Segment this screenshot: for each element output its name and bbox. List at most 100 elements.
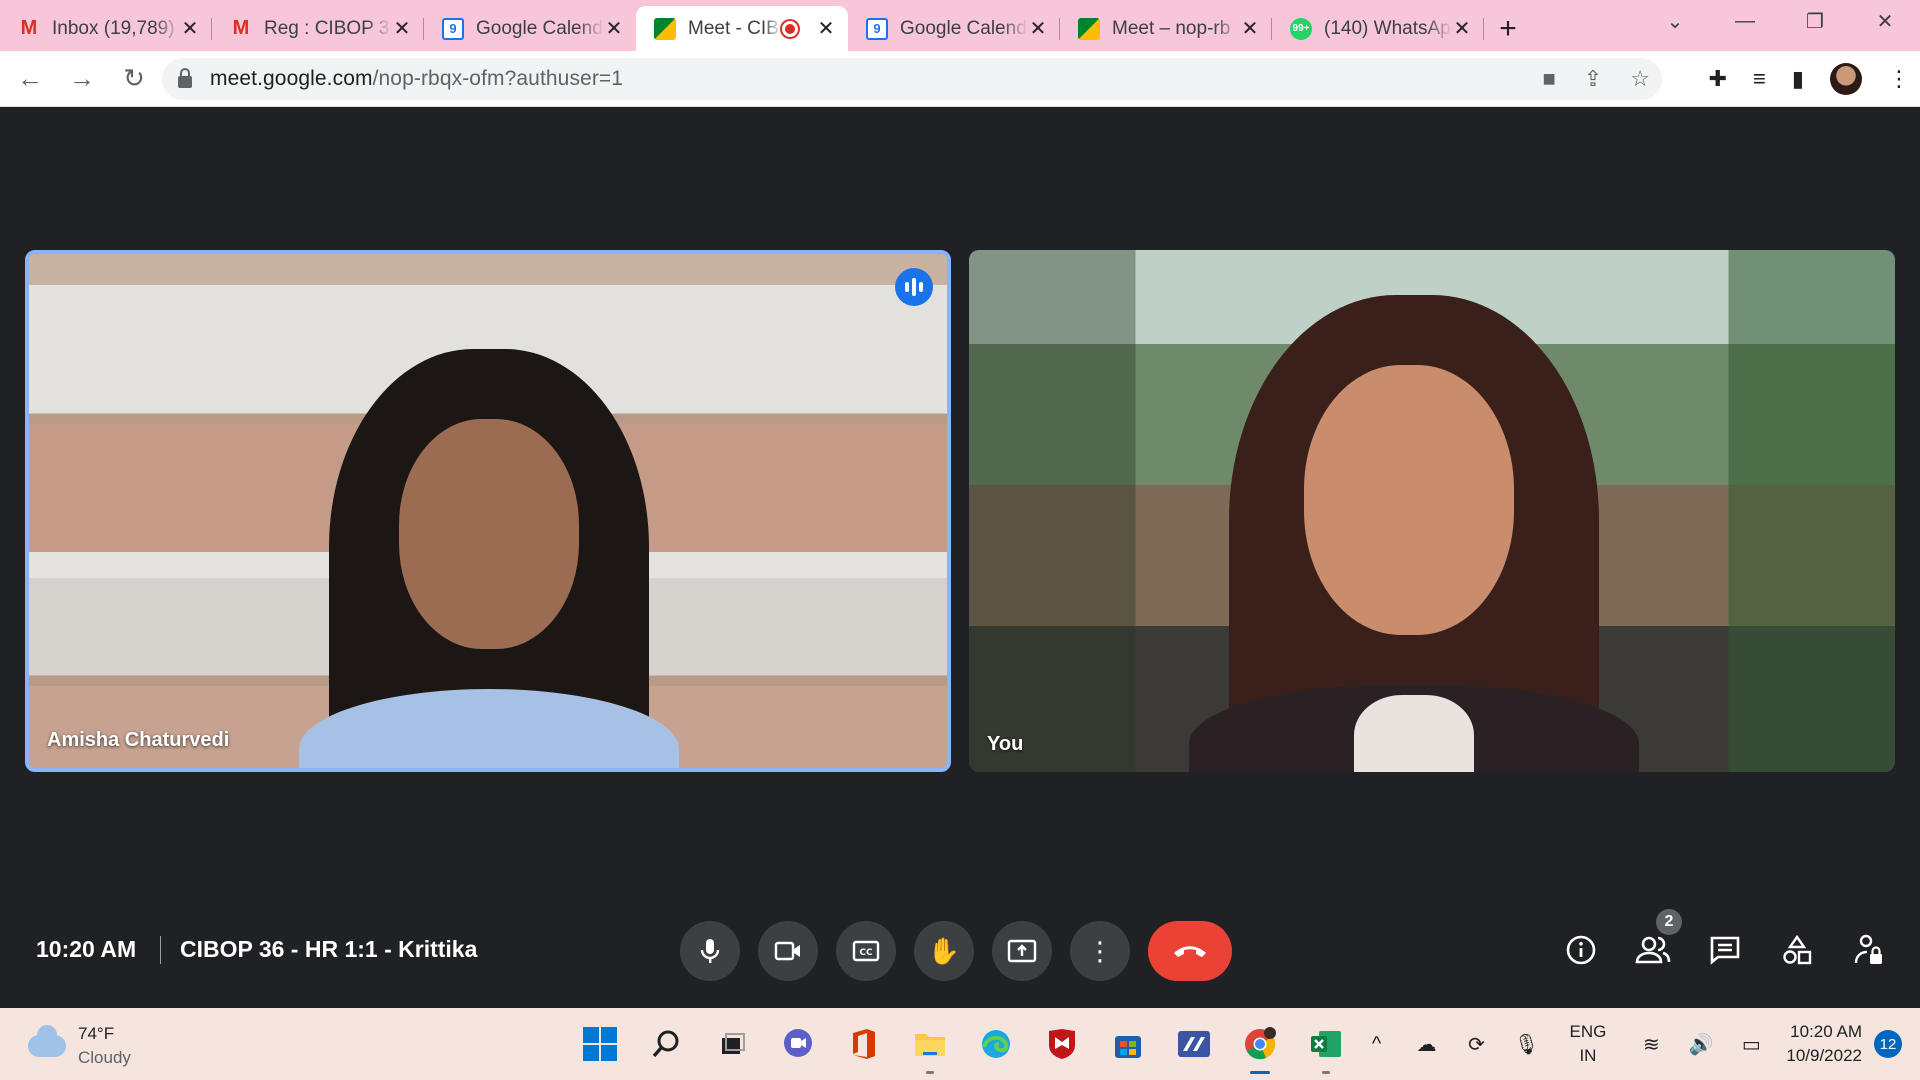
task-view-button[interactable] (710, 1022, 754, 1066)
start-button[interactable] (578, 1022, 622, 1066)
sync-icon[interactable]: ⟳ (1462, 1032, 1492, 1057)
tab-meet-active[interactable]: Meet - CIB ✕ (636, 6, 848, 51)
tab-google-calendar-2[interactable]: 9 Google Calend ✕ (848, 6, 1060, 51)
cloud-icon (28, 1025, 66, 1057)
close-tab-icon[interactable]: ✕ (180, 16, 200, 41)
activities-button[interactable] (1778, 931, 1816, 969)
media-control-icon[interactable]: ≡ (1753, 66, 1766, 92)
recording-indicator-icon (782, 20, 798, 37)
camera-in-use-icon[interactable]: ■ (1543, 66, 1556, 92)
extensions-puzzle-icon[interactable]: ✚ (1709, 66, 1727, 92)
close-tab-icon[interactable]: ✕ (392, 16, 412, 41)
present-screen-button[interactable] (992, 921, 1052, 981)
share-icon[interactable]: ⇪ (1584, 66, 1602, 92)
svg-text:CC: CC (859, 948, 873, 958)
participant-tile-amisha[interactable]: Amisha Chaturvedi (25, 250, 951, 772)
bookmark-star-icon[interactable]: ☆ (1630, 66, 1650, 92)
folder-icon (915, 1034, 945, 1056)
self-video-feed (1189, 295, 1639, 772)
mcafee-app[interactable] (1040, 1022, 1084, 1066)
close-tab-icon[interactable]: ✕ (1240, 16, 1260, 41)
calendar-icon: 9 (442, 17, 464, 40)
wifi-icon[interactable]: ≋ (1636, 1032, 1666, 1057)
captions-button[interactable]: CC (836, 921, 896, 981)
close-window-icon[interactable]: ✕ (1850, 0, 1920, 42)
store-bag-icon (1115, 1036, 1141, 1058)
office-app[interactable] (842, 1022, 886, 1066)
people-button[interactable]: 2 (1634, 909, 1682, 969)
file-explorer-app[interactable] (908, 1022, 952, 1074)
more-options-button[interactable]: ⋮ (1070, 921, 1130, 981)
forward-arrow-icon[interactable]: → (60, 59, 104, 99)
close-tab-icon[interactable]: ✕ (604, 16, 624, 41)
meet-icon (1078, 17, 1100, 40)
microphone-tray-icon[interactable]: 🎙 (1512, 1032, 1542, 1057)
info-icon (1566, 935, 1596, 965)
system-tray: ^ ☁ ⟳ 🎙 ENG IN ≋ 🔊 ▭ 10:20 AM 10/9/2022 … (1362, 1008, 1920, 1080)
raise-hand-button[interactable]: ✋ (914, 921, 974, 981)
lock-icon[interactable] (178, 67, 192, 88)
restore-icon[interactable]: ❐ (1780, 0, 1850, 42)
tab-search-icon[interactable]: ⌄ (1640, 0, 1710, 42)
more-vert-icon: ⋮ (1087, 935, 1113, 966)
weather-temperature: 74°F (78, 1024, 115, 1043)
tab-reg-cibop[interactable]: M Reg : CIBOP 36 ✕ (212, 6, 424, 51)
chat-button[interactable] (1706, 931, 1744, 969)
edge-browser-app[interactable] (974, 1022, 1018, 1066)
notification-count-badge[interactable]: 12 (1874, 1030, 1902, 1058)
microphone-button[interactable] (680, 921, 740, 981)
meeting-time: 10:20 AM (36, 936, 137, 962)
side-panel-icon[interactable]: ▮ (1792, 66, 1804, 92)
automate-icon (1178, 1031, 1210, 1057)
search-button[interactable] (644, 1022, 688, 1066)
tab-google-calendar[interactable]: 9 Google Calend ✕ (424, 6, 636, 51)
microsoft-store-app[interactable] (1106, 1022, 1150, 1066)
chevron-up-icon[interactable]: ^ (1362, 1033, 1392, 1056)
leave-call-button[interactable] (1148, 921, 1232, 981)
minimize-icon[interactable]: — (1710, 0, 1780, 42)
menu-kebab-icon[interactable]: ⋮ (1888, 66, 1910, 92)
system-clock[interactable]: 10:20 AM 10/9/2022 (1786, 1020, 1862, 1068)
weather-condition: Cloudy (78, 1048, 131, 1067)
close-tab-icon[interactable]: ✕ (1028, 16, 1048, 41)
tab-title: Meet – nop-rb (1112, 17, 1231, 39)
windows-taskbar: 74°F Cloudy ^ ☁ ⟳ 🎙 ENG IN ≋ 🔊 ▭ 10:20 A… (0, 1008, 1920, 1080)
tab-meet-nop[interactable]: Meet – nop-rb ✕ (1060, 6, 1272, 51)
battery-charging-icon[interactable]: ▭ (1736, 1032, 1766, 1057)
volume-icon[interactable]: 🔊 (1686, 1032, 1716, 1057)
captions-icon: CC (852, 940, 880, 962)
back-arrow-icon[interactable]: ← (8, 59, 52, 99)
new-tab-button[interactable]: + (1484, 6, 1532, 51)
participant-tile-you[interactable]: You (969, 250, 1895, 772)
address-bar[interactable]: meet.google.com/nop-rbqx-ofm?authuser=1 … (162, 57, 1662, 100)
host-controls-button[interactable] (1850, 931, 1888, 969)
weather-widget[interactable]: 74°F Cloudy (28, 1022, 131, 1070)
speaking-indicator-icon (895, 268, 933, 306)
excel-app[interactable] (1304, 1022, 1348, 1074)
profile-avatar[interactable] (1830, 62, 1862, 95)
teams-chat-button[interactable] (776, 1022, 820, 1066)
chrome-icon (1245, 1027, 1276, 1060)
reload-icon[interactable]: ↻ (112, 59, 156, 99)
edge-icon (982, 1030, 1010, 1058)
excel-icon (1311, 1031, 1341, 1057)
camera-button[interactable] (758, 921, 818, 981)
tab-title: Inbox (19,789) (52, 17, 175, 39)
search-icon (652, 1030, 679, 1058)
input-language[interactable]: ENG IN (1570, 1020, 1607, 1068)
chrome-app[interactable] (1238, 1022, 1282, 1074)
onedrive-error-icon[interactable]: ☁ (1412, 1032, 1442, 1057)
microphone-icon (700, 939, 720, 963)
tab-whatsapp[interactable]: 99+ (140) WhatsAp ✕ (1272, 6, 1484, 51)
participant-count-badge: 2 (1656, 909, 1682, 935)
powerautomate-app[interactable] (1172, 1022, 1216, 1066)
meeting-details-button[interactable] (1562, 931, 1600, 969)
tab-title: Meet - CIB (688, 17, 779, 39)
close-tab-icon[interactable]: ✕ (816, 16, 836, 41)
window-controls: ⌄ — ❐ ✕ (1640, 0, 1920, 42)
tab-title: Google Calend (476, 17, 603, 39)
tab-inbox[interactable]: M Inbox (19,789) ✕ (0, 6, 212, 51)
participant-name: You (987, 733, 1024, 755)
gmail-icon: M (232, 17, 250, 39)
close-tab-icon[interactable]: ✕ (1452, 16, 1472, 41)
